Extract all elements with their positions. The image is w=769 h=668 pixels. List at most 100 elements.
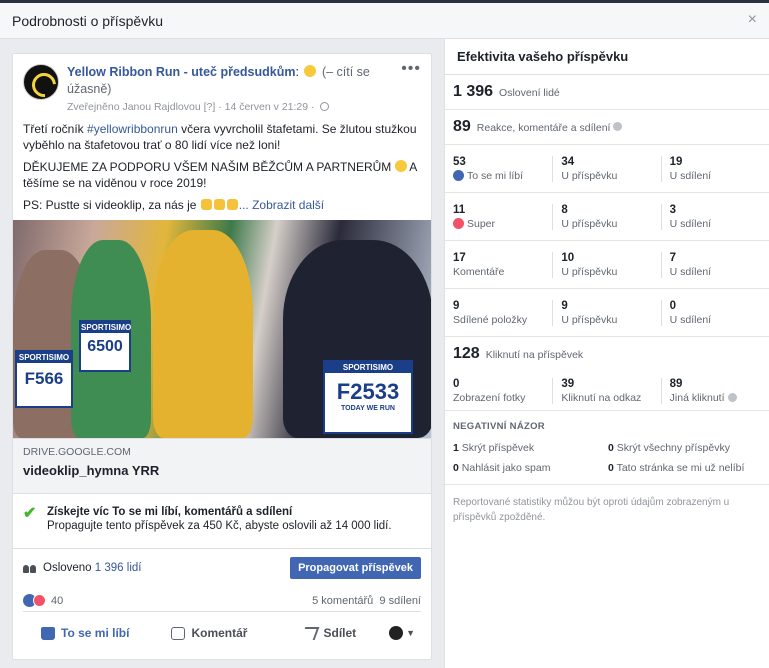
negative-count: 1 [453,442,459,454]
bib-subtext: TODAY WE RUN [341,405,395,412]
stat-number: 89 [669,377,683,390]
close-icon[interactable]: × [748,11,757,29]
stat-number: 17 [453,251,466,264]
stat-label: Sdílené položky [453,313,528,326]
thumbs-emoji-icon [213,199,225,210]
comment-button[interactable]: Komentář [171,626,247,640]
share-label: Sdílet [323,626,357,640]
reach-row: Osloveno 1 396 lidí Propagovat příspěvek [13,548,431,586]
comment-count[interactable]: 5 komentářů [312,595,373,607]
link-preview[interactable]: DRIVE.GOOGLE.COM videoklip_hymna YRR [13,438,431,494]
bib-number: F566 [24,369,64,388]
info-icon[interactable] [727,392,737,402]
post-actions: To se mi líbí Komentář Sdílet ▼ [23,616,421,650]
comment-icon [171,626,186,640]
stat-number: 0 [669,299,677,312]
stat-label: U příspěvku [561,265,618,278]
promote-post-button[interactable]: Propagovat příspěvek [290,557,421,579]
stat-number: 9 [561,299,568,312]
reach-value-link[interactable]: 1 396 lidí [95,562,142,574]
bib-number: 6500 [87,338,123,355]
stats-row-clicks: 0 Zobrazení fotky 39 Kliknutí na odkaz 89 J… [445,371,769,411]
stat-number: 9 [453,299,460,312]
stats-row-shares: 9 Sdílené položky 9U příspěvku 0U sdílení [445,289,769,337]
love-icon [453,217,464,229]
boost-title: Získejte víc To se mi líbí, komentářů a … [47,506,293,518]
stat-label: U sdílení [669,217,712,230]
race-bib: SPORTISIMO 6500 [79,320,131,372]
link-domain: DRIVE.GOOGLE.COM [23,446,131,458]
reactions-stat-label: Reakce, komentáře a sdílení [476,122,611,134]
more-icon[interactable]: ••• [401,61,421,113]
stat-number: 11 [453,203,466,216]
stat-label: U příspěvku [561,313,618,326]
love-icon[interactable] [33,594,46,607]
stats-footnote: Reportované statistiky můžou být oproti … [453,497,730,523]
stat-label: U příspěvku [561,217,618,230]
stat-label: U sdílení [669,169,712,182]
post-text-1a: Třetí ročník [23,122,88,136]
post-meta: Zveřejněno Janou Rajdlovou [?] · 14 červ… [67,101,401,113]
reactions-stat: 89 Reakce, komentáře a sdílení [453,110,761,144]
post-text-2a: DĚKUJEME ZA PODPORU VŠEM NAŠIM BĚŽCŮM A … [23,160,395,174]
like-icon [453,169,464,181]
stats-pane: Efektivita vašeho příspěvku 1 396 Oslove… [444,39,769,668]
chevron-down-icon: ▼ [406,628,415,638]
stats-title: Efektivita vašeho příspěvku [445,39,769,75]
share-button[interactable]: Sdílet [301,626,357,640]
stat-number: 10 [561,251,575,264]
help-link[interactable]: [?] [204,101,216,113]
stat-label: U sdílení [669,313,712,326]
stat-label: U příspěvku [561,169,618,182]
race-bib: SPORTISIMO F2533 TODAY WE RUN [323,360,413,434]
reaction-count[interactable]: 40 [51,595,63,607]
hashtag-link[interactable]: #yellowribbonrun [87,122,178,136]
bib-sponsor: SPORTISIMO [325,362,411,373]
dialog-header: Podrobnosti o příspěvku × [0,3,769,39]
post-date[interactable]: · 14 červen v 21:29 · [218,101,314,113]
link-title[interactable]: videoklip_hymna YRR [23,463,421,478]
stat-number: 8 [561,203,568,216]
post-text-3: PS: Pustte si videoklip, za nás je [23,198,200,212]
like-icon [41,626,55,640]
see-more-link[interactable]: ... Zobrazit další [239,198,324,212]
kiss-emoji-icon [394,160,407,172]
post-text: Třetí ročník #yellowribbonrun včera vyvr… [13,113,431,213]
author-line: Zveřejněno Janou Rajdlovou [67,101,201,113]
stat-number: 53 [453,155,466,168]
page-name-link[interactable]: Yellow Ribbon Run - uteč předsudkům [67,65,296,79]
stat-number: 3 [669,203,677,216]
boost-promo: ✔ Získejte víc To se mi líbí, komentářů … [13,505,431,533]
post-photo[interactable]: SPORTISIMO F566 SPORTISIMO 6500 SPORTISI… [13,220,431,438]
negative-item: 0 Nahlásit jako spam [453,462,608,474]
ok-hand-emoji-icon [226,199,238,210]
post-as-selector[interactable]: ▼ [389,626,415,640]
thumbs-emoji-icon [200,199,212,210]
negative-count: 0 [608,462,614,474]
clicks-stat-label: Kliknutí na příspěvek [485,349,584,361]
reach-stat: 1 396 Oslovení lidé [453,75,761,109]
reach-stat-label: Oslovení lidé [499,87,560,99]
share-count[interactable]: 9 sdílení [379,595,421,607]
negative-item: 0 Skrýt všechny příspěvky [608,442,761,454]
stat-number: 19 [669,155,683,168]
stat-label: Jiná kliknutí [669,391,725,404]
stat-label: To se mi líbí [467,169,524,182]
stat-label: Kliknutí na odkaz [561,391,642,404]
reach-label: Osloveno [43,561,92,574]
check-icon: ✔ [23,505,37,522]
post-card: Yellow Ribbon Run - uteč předsudkům: (– … [12,53,432,660]
stat-label: Super [467,217,496,230]
bib-sponsor: SPORTISIMO [81,322,132,333]
people-icon [23,563,37,573]
stat-number: 34 [561,155,575,168]
post-preview-pane: Yellow Ribbon Run - uteč předsudkům: (– … [0,39,444,668]
negative-count: 0 [608,442,614,454]
share-icon [301,626,320,640]
comment-label: Komentář [191,626,248,640]
info-icon[interactable] [613,122,623,131]
page-avatar[interactable] [23,64,59,100]
like-button[interactable]: To se mi líbí [41,626,129,640]
stat-number: 39 [561,377,575,390]
stat-number: 0 [453,377,460,390]
